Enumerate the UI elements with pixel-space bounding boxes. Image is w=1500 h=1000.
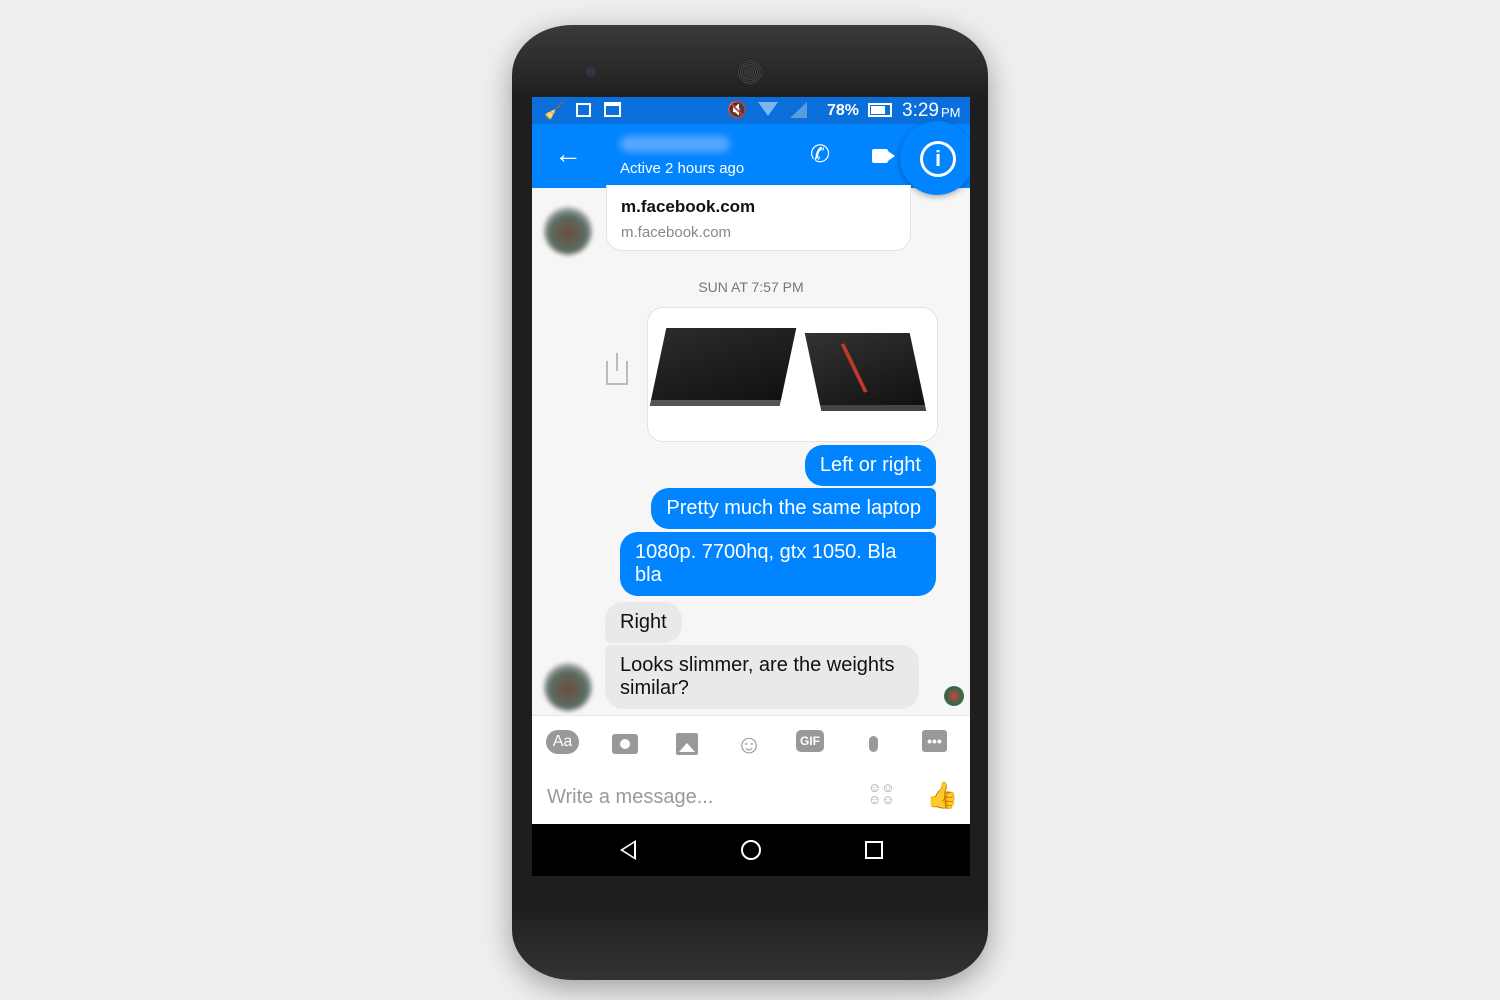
message-bubble-received[interactable]: Right [605, 602, 682, 643]
emoji-icon[interactable]: ☺ [732, 729, 766, 759]
nav-home-icon[interactable] [741, 840, 761, 860]
front-camera-icon [586, 67, 596, 77]
share-icon[interactable] [606, 353, 628, 385]
laptop-image-right [804, 333, 927, 411]
stickers-icon[interactable]: ☺☺ ☺☺ [868, 781, 896, 806]
status-bar: 🧹 🔇 78% 3:29 PM [532, 97, 970, 124]
video-camera-icon[interactable] [872, 149, 895, 163]
back-arrow-icon[interactable]: ← [554, 138, 582, 170]
message-bubble-sent[interactable]: Pretty much the same laptop [651, 488, 936, 529]
avatar[interactable] [544, 207, 592, 255]
calendar-icon [604, 102, 621, 117]
microphone-icon[interactable] [856, 730, 890, 758]
camera-icon[interactable] [608, 730, 642, 758]
gif-icon[interactable]: GIF [796, 730, 824, 752]
text-format-icon[interactable]: Aa [546, 730, 579, 754]
info-icon: i [920, 141, 956, 177]
image-icon[interactable] [670, 730, 704, 758]
wifi-icon [758, 102, 778, 116]
timestamp: SUN AT 7:57 PM [698, 279, 804, 295]
cleaner-icon: 🧹 [544, 101, 566, 120]
image-notification-icon [576, 103, 591, 117]
battery-icon [868, 103, 892, 117]
laptop-image-left [649, 328, 797, 406]
composer: Aa ☺ GIF ••• Write a message... ☺☺ ☺☺ 👍 [532, 715, 970, 824]
clock-ampm: PM [941, 105, 961, 120]
more-icon[interactable]: ••• [922, 730, 947, 752]
message-input[interactable]: Write a message... [547, 786, 713, 809]
image-attachment[interactable] [647, 307, 938, 442]
message-bubble-sent[interactable]: 1080p. 7700hq, gtx 1050. Bla bla [620, 532, 936, 596]
avatar[interactable] [544, 663, 592, 711]
info-button[interactable]: i [900, 121, 970, 195]
signal-icon [790, 102, 807, 118]
link-title: m.facebook.com [621, 197, 756, 216]
link-domain: m.facebook.com [621, 224, 732, 241]
clock: 3:29 [902, 100, 939, 121]
message-bubble-sent[interactable]: Left or right [804, 445, 936, 486]
nav-back-icon[interactable] [620, 840, 636, 860]
mute-icon: 🔇 [727, 102, 747, 119]
contact-name-blurred[interactable] [620, 136, 730, 152]
nav-recents-icon[interactable] [865, 841, 883, 859]
read-receipt-avatar [944, 686, 964, 706]
message-bubble-received[interactable]: Looks slimmer, are the weights similar? [605, 645, 919, 709]
speaker-grille [737, 59, 763, 85]
active-status: Active 2 hours ago [620, 160, 745, 177]
phone-icon[interactable]: ✆ [810, 140, 830, 169]
link-preview[interactable]: m.facebook.com m.facebook.com [606, 185, 911, 251]
screen: 🧹 🔇 78% 3:29 PM ← Active 2 hours ago ✆ i… [532, 97, 970, 876]
battery-percent: 78% [827, 102, 860, 119]
like-thumb-icon[interactable]: 👍 [926, 780, 958, 811]
android-nav-bar [532, 824, 970, 876]
